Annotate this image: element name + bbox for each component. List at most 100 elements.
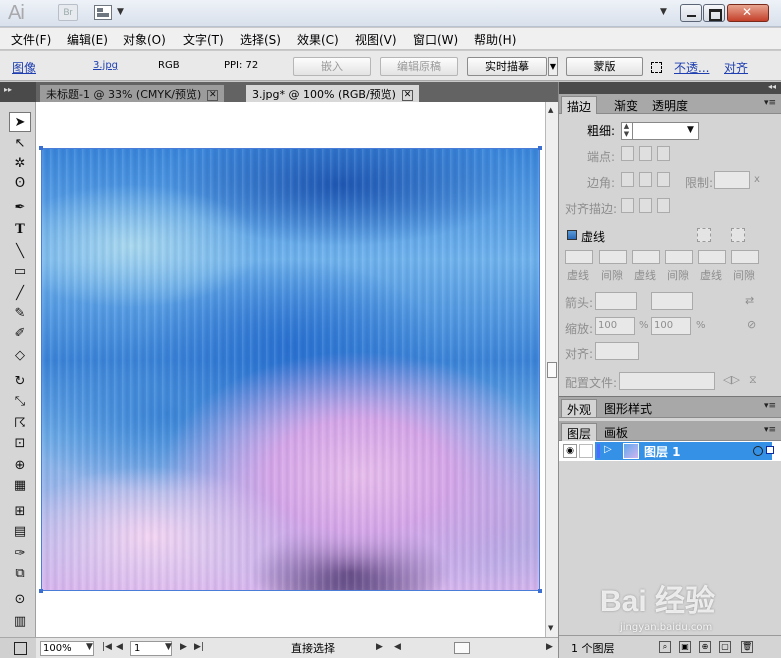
menu-file[interactable]: 文件(F) [11,31,51,48]
type-tool-icon[interactable]: T [9,220,31,240]
gradient-tool-icon[interactable]: ▤ [9,522,31,542]
menu-object[interactable]: 对象(O) [123,31,166,48]
dash-field-3[interactable] [698,250,726,264]
mesh-tool-icon[interactable]: ⊞ [9,502,31,522]
round-join-icon[interactable] [639,172,652,187]
layer-row[interactable]: ◉ ▷ 图层 1 [559,441,781,461]
gap-field-1[interactable] [599,250,627,264]
layer-name[interactable]: 图层 1 [644,443,681,460]
magic-wand-tool-icon[interactable]: ✲ [9,154,31,174]
maximize-button[interactable] [703,4,725,22]
file-link[interactable]: 3.jpg [93,60,118,71]
perspective-grid-tool-icon[interactable]: ▦ [9,476,31,496]
scale-tool-icon[interactable]: ⤡ [9,392,31,412]
opacity-link[interactable]: 不透... [674,59,709,76]
tab-3-jpg[interactable]: 3.jpg* @ 100% (RGB/预览) ✕ [246,85,419,102]
swap-arrowheads-icon[interactable]: ⇄ [745,294,754,307]
scroll-right-icon[interactable]: ▶ [546,642,553,652]
blend-tool-icon[interactable]: ⧉ [9,564,31,584]
menu-effect[interactable]: 效果(C) [297,31,339,48]
tab-transparency[interactable]: 透明度 [647,96,693,114]
scroll-down-icon[interactable]: ▼ [548,624,553,632]
pen-tool-icon[interactable]: ✒ [9,198,31,218]
symbol-sprayer-tool-icon[interactable]: ⊙ [9,590,31,610]
flip-across-icon[interactable]: ⧖ [749,373,757,387]
embed-button[interactable]: 嵌入 [293,57,371,76]
end-scale-field[interactable]: 100 [651,317,691,335]
screen-mode-icon[interactable] [0,637,36,658]
flip-along-icon[interactable]: ◁▷ [723,373,740,386]
workspace-switcher-icon[interactable]: ▼ [660,7,667,17]
next-artboard-icon[interactable]: ▶ [180,642,187,652]
lasso-tool-icon[interactable]: ʘ [9,174,31,194]
blob-brush-tool-icon[interactable]: ✐ [9,324,31,344]
anchor-handle[interactable] [538,589,542,593]
locate-object-icon[interactable]: ⌕ [659,641,671,653]
free-transform-tool-icon[interactable]: ⊡ [9,434,31,454]
arrange-documents-icon[interactable] [94,5,112,20]
visibility-eye-icon[interactable]: ◉ [563,444,577,458]
delete-layer-icon[interactable]: 🗑 [741,641,753,653]
arrow-align-buttons[interactable] [595,342,639,360]
anchor-handle[interactable] [538,146,542,150]
bevel-join-icon[interactable] [657,172,670,187]
scroll-up-icon[interactable]: ▲ [548,106,553,114]
gap-field-3[interactable] [731,250,759,264]
edit-original-button[interactable]: 编辑原稿 [380,57,458,76]
tab-graphic-styles[interactable]: 图形样式 [599,399,657,417]
dash-field-2[interactable] [632,250,660,264]
end-arrowhead-select[interactable] [651,292,693,310]
close-window-button[interactable] [727,4,769,22]
close-tab-icon[interactable]: ✕ [401,89,413,101]
butt-cap-icon[interactable] [621,146,634,161]
scroll-thumb[interactable] [547,362,557,378]
preserve-dash-icon[interactable] [697,228,711,242]
align-stroke-center-icon[interactable] [621,198,634,213]
align-link[interactable]: 对齐 [724,59,748,76]
scroll-left-icon[interactable]: ◀ [394,642,401,652]
canvas-area[interactable] [36,102,545,637]
link-scale-icon[interactable]: ⊘ [747,318,756,331]
menu-help[interactable]: 帮助(H) [474,31,516,48]
weight-stepper-icon[interactable]: ▲ ▼ [621,122,633,140]
panel-menu-icon[interactable]: ▾≡ [764,401,776,411]
object-type-link[interactable]: 图像 [12,59,36,76]
start-scale-field[interactable]: 100 [595,317,635,335]
gap-field-2[interactable] [665,250,693,264]
target-circle-icon[interactable] [753,446,763,456]
panel-menu-icon[interactable]: ▾≡ [764,98,776,108]
chevron-down-icon[interactable]: ▼ [165,642,172,652]
minimize-button[interactable] [680,4,702,22]
mask-button[interactable]: 蒙版 [566,57,643,76]
tab-stroke[interactable]: 描边 [561,96,598,114]
dash-field-1[interactable] [565,250,593,264]
create-sublayer-icon[interactable]: ⊕ [699,641,711,653]
direct-selection-tool-icon[interactable]: ↖ [9,134,31,154]
bridge-button[interactable]: Br [58,4,78,21]
toolbox-collapse-icon[interactable] [0,82,36,102]
start-arrowhead-select[interactable] [595,292,637,310]
panel-menu-icon[interactable]: ▾≡ [764,425,776,435]
round-cap-icon[interactable] [639,146,652,161]
anchor-handle[interactable] [39,146,43,150]
first-artboard-icon[interactable]: |◀ [102,642,112,652]
rectangle-tool-icon[interactable]: ▭ [9,262,31,282]
create-new-layer-icon[interactable]: ▢ [719,641,731,653]
eraser-tool-icon[interactable]: ◇ [9,346,31,366]
layer-selection[interactable]: ▷ 图层 1 [595,442,774,460]
warp-tool-icon[interactable]: ☈ [9,414,31,434]
eyedropper-tool-icon[interactable]: ✑ [9,544,31,564]
expand-triangle-icon[interactable]: ▷ [604,444,612,455]
miter-limit-field[interactable] [714,171,750,189]
isolate-mask-icon[interactable] [651,62,662,73]
previous-artboard-icon[interactable]: ◀ [116,642,123,652]
live-trace-button[interactable]: 实时描摹 [467,57,547,76]
tab-appearance[interactable]: 外观 [561,399,598,417]
menu-window[interactable]: 窗口(W) [413,31,458,48]
menu-edit[interactable]: 编辑(E) [67,31,108,48]
column-graph-tool-icon[interactable]: ▥ [9,612,31,632]
tab-untitled-1[interactable]: 未标题-1 @ 33% (CMYK/预览) ✕ [40,85,225,102]
menu-view[interactable]: 视图(V) [355,31,397,48]
width-profile-select[interactable] [619,372,715,390]
align-dash-icon[interactable] [731,228,745,242]
